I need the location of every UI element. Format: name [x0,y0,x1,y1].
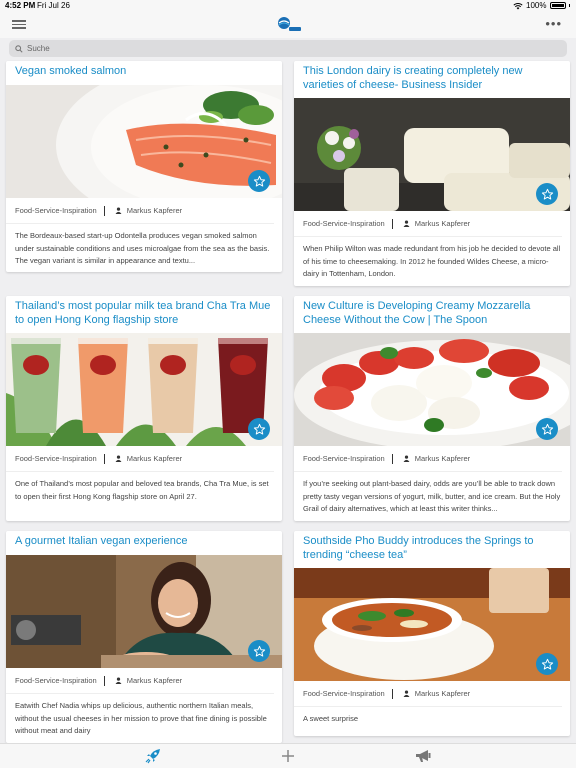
article-title[interactable]: Thailand’s most popular milk tea brand C… [6,296,282,333]
battery-percent: 100% [526,1,547,10]
article-image [294,568,570,681]
meta-separator [391,453,393,464]
article-title[interactable]: Southside Pho Buddy introduces the Sprin… [294,531,570,568]
navigation-bar: ••• [0,12,576,38]
star-icon [253,645,265,657]
meta-separator [391,688,393,699]
rocket-icon[interactable] [144,748,162,764]
star-icon [253,423,265,435]
article-excerpt: Eatwith Chef Nadia whips up delicious, a… [15,701,267,735]
search-input[interactable] [27,44,547,53]
status-right: 100% [513,1,570,10]
article-author: Markus Kapferer [414,454,471,463]
article-image [294,98,570,211]
article-meta: Food-Service-Inspiration Markus Kapferer [6,446,274,472]
favorite-button[interactable] [536,653,558,675]
article-author: Markus Kapferer [414,219,471,228]
article-excerpt: When Philip Wilton was made redundant fr… [303,244,561,278]
megaphone-icon[interactable] [414,748,432,764]
battery-icon [549,2,566,9]
person-icon [403,690,410,697]
article-category: Food-Service-Inspiration [15,454,97,463]
mozzarella-image [294,333,570,446]
article-card[interactable]: Thailand’s most popular milk tea brand C… [6,296,282,521]
star-icon [541,658,553,670]
article-title[interactable]: This London dairy is creating completely… [294,61,570,98]
article-meta: Food-Service-Inspiration Markus Kapferer [294,446,562,472]
meta-separator [103,205,105,216]
chef-image [6,555,282,668]
search-icon [15,44,23,53]
article-category: Food-Service-Inspiration [15,206,97,215]
article-meta: Food-Service-Inspiration Markus Kapferer [6,668,274,694]
wifi-icon [513,2,523,9]
star-icon [253,175,265,187]
article-card[interactable]: A gourmet Italian vegan experience Food-… [6,531,282,743]
favorite-button[interactable] [536,183,558,205]
meta-separator [391,218,393,229]
cheese-image [294,98,570,211]
battery-nub [568,4,570,7]
menu-icon[interactable] [12,18,26,30]
person-icon [115,677,122,684]
person-icon [403,455,410,462]
article-title[interactable]: A gourmet Italian vegan experience [6,531,282,555]
article-meta: Food-Service-Inspiration Markus Kapferer [294,681,562,707]
article-title[interactable]: New Culture is Developing Creamy Mozzare… [294,296,570,333]
tab-bar [0,743,576,768]
favorite-button[interactable] [248,418,270,440]
salmon-image [6,85,282,198]
article-card[interactable]: New Culture is Developing Creamy Mozzare… [294,296,570,521]
article-category: Food-Service-Inspiration [303,219,385,228]
search-bar[interactable] [9,40,567,57]
article-image [294,333,570,446]
article-author: Markus Kapferer [126,206,183,215]
article-image [6,555,282,668]
person-icon [115,207,122,214]
favorite-button[interactable] [248,170,270,192]
article-card[interactable]: This London dairy is creating completely… [294,61,570,286]
article-category: Food-Service-Inspiration [15,676,97,685]
article-excerpt: One of Thailand’s most popular and belov… [15,479,269,501]
status-time: 4:52 PM [5,1,36,10]
app-logo [278,17,301,31]
article-meta: Food-Service-Inspiration Markus Kapferer [6,198,274,224]
article-image [6,333,282,446]
person-icon [115,455,122,462]
article-card[interactable]: Southside Pho Buddy introduces the Sprin… [294,531,570,736]
article-card[interactable]: Vegan smoked salmon Food-Service-Inspira… [6,61,282,272]
milk-tea-image [6,333,282,446]
status-date: Fri Jul 26 [37,1,70,10]
meta-separator [103,453,105,464]
meta-separator [103,675,105,686]
star-icon [541,423,553,435]
article-excerpt: The Bordeaux-based start-up Odontella pr… [15,231,270,265]
article-excerpt: A sweet surprise [303,714,359,723]
article-category: Food-Service-Inspiration [303,689,385,698]
article-title[interactable]: Vegan smoked salmon [6,61,282,85]
favorite-button[interactable] [536,418,558,440]
article-author: Markus Kapferer [126,676,183,685]
star-icon [541,188,553,200]
plus-icon[interactable] [279,748,297,764]
article-meta: Food-Service-Inspiration Markus Kapferer [294,211,562,237]
pho-image [294,568,570,681]
more-icon[interactable]: ••• [545,16,562,31]
status-bar: 4:52 PM Fri Jul 26 100% [0,0,576,12]
article-category: Food-Service-Inspiration [303,454,385,463]
favorite-button[interactable] [248,640,270,662]
article-excerpt: If you’re seeking out plant-based dairy,… [303,479,561,513]
article-image [6,85,282,198]
person-icon [403,220,410,227]
article-author: Markus Kapferer [414,689,471,698]
article-author: Markus Kapferer [126,454,183,463]
